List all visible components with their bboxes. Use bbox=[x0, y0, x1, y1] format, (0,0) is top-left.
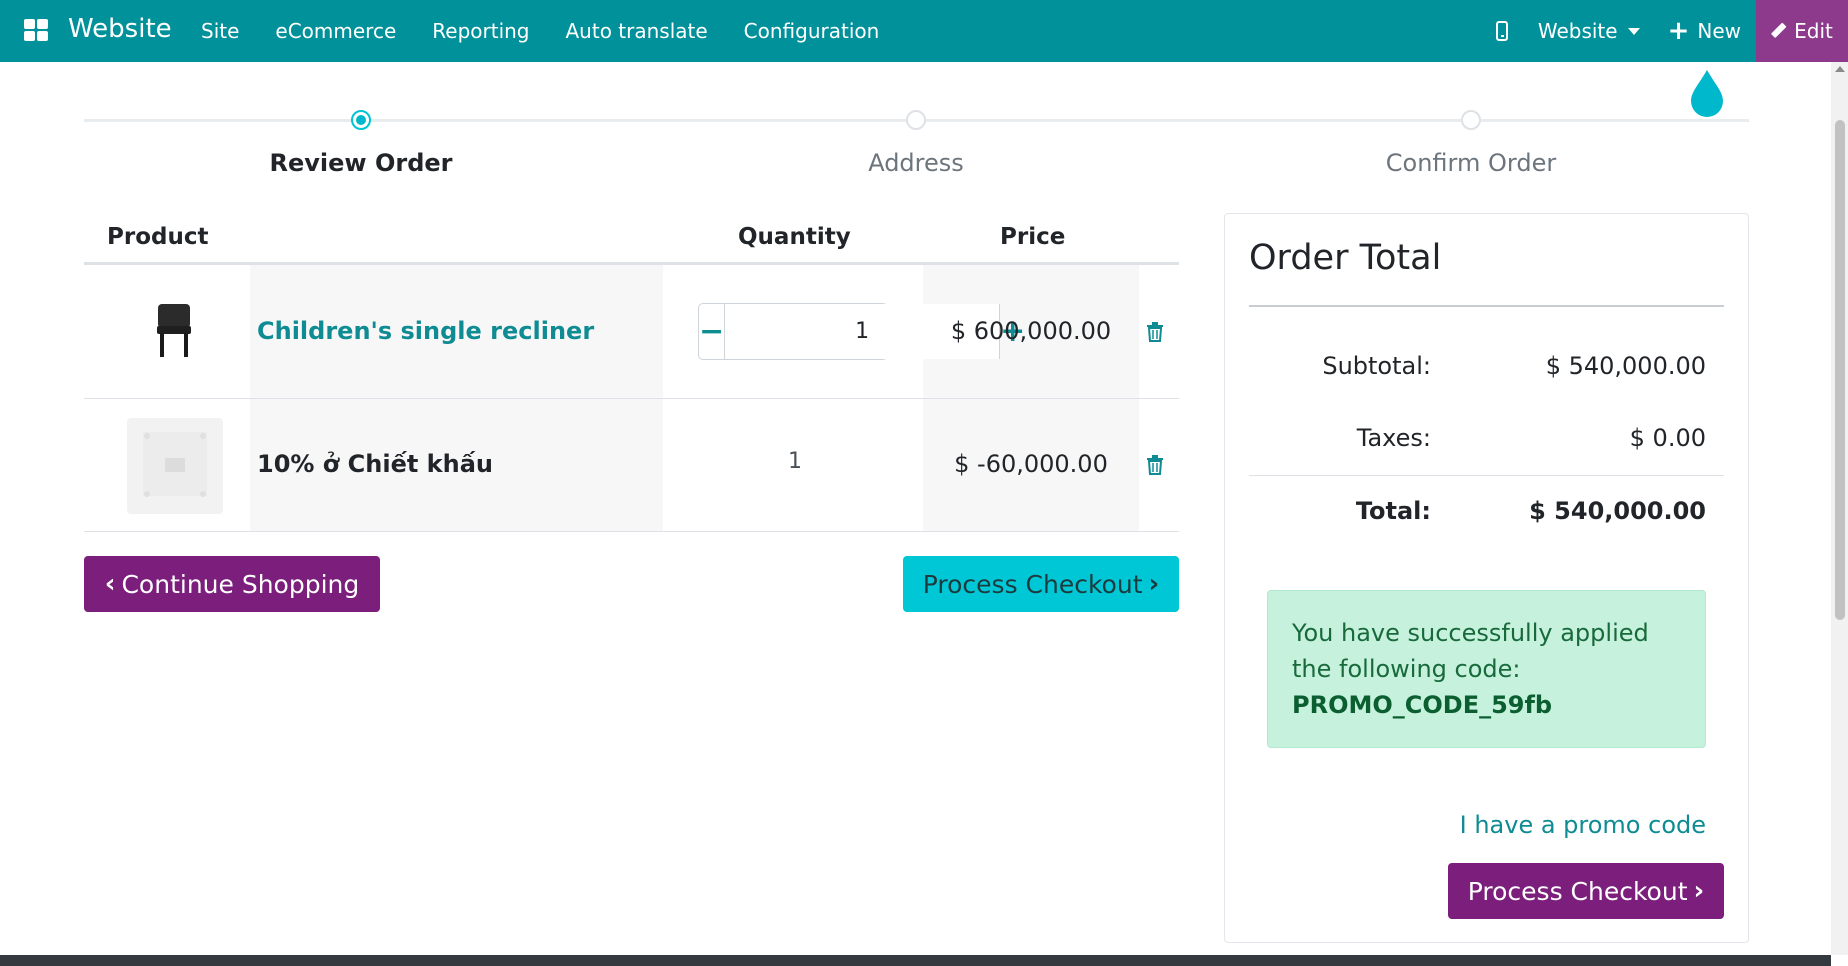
caret-down-icon bbox=[1627, 27, 1640, 35]
step-dot-confirm-order bbox=[1461, 110, 1481, 130]
chevron-right-icon: › bbox=[1693, 876, 1705, 906]
chair-thumbnail[interactable] bbox=[152, 300, 196, 360]
step-label-confirm-order: Confirm Order bbox=[1385, 149, 1557, 177]
discount-placeholder-thumbnail[interactable] bbox=[127, 418, 223, 514]
subtotal-value: $ 540,000.00 bbox=[1545, 352, 1706, 380]
chevron-left-icon: ‹ bbox=[104, 569, 116, 599]
order-total-title: Order Total bbox=[1249, 238, 1442, 278]
total-value: $ 540,000.00 bbox=[1529, 497, 1706, 525]
menu-item-configuration[interactable]: Configuration bbox=[744, 19, 880, 43]
card-title-divider bbox=[1249, 305, 1724, 307]
promo-code-link[interactable]: I have a promo code bbox=[1400, 811, 1706, 839]
chevron-right-icon: › bbox=[1148, 569, 1160, 599]
app-name[interactable]: Website bbox=[68, 14, 172, 44]
total-divider bbox=[1249, 475, 1724, 476]
menu-item-auto-translate[interactable]: Auto translate bbox=[566, 19, 708, 43]
footer-strip bbox=[0, 955, 1831, 966]
promo-success-message: You have successfully applied the follow… bbox=[1292, 619, 1649, 683]
row-divider bbox=[84, 398, 1179, 399]
subtotal-label: Subtotal: bbox=[1322, 352, 1431, 380]
total-label: Total: bbox=[1355, 497, 1431, 525]
line-price: $ -60,000.00 bbox=[954, 450, 1108, 478]
plus-icon: + bbox=[1667, 16, 1690, 46]
scrollbar-thumb[interactable] bbox=[1835, 120, 1845, 620]
taxes-label: Taxes: bbox=[1356, 424, 1431, 452]
theme-drop-icon[interactable] bbox=[1689, 68, 1725, 118]
menu-item-ecommerce[interactable]: eCommerce bbox=[275, 19, 396, 43]
card-process-checkout-button[interactable]: Process Checkout › bbox=[1448, 863, 1724, 919]
website-selector[interactable]: Website bbox=[1538, 19, 1640, 43]
menu-item-site[interactable]: Site bbox=[201, 19, 239, 43]
row-divider bbox=[84, 531, 1179, 532]
continue-shopping-label: Continue Shopping bbox=[121, 569, 360, 599]
mobile-preview-icon[interactable] bbox=[1495, 21, 1508, 41]
step-label-address: Address bbox=[868, 149, 964, 177]
column-header-quantity: Quantity bbox=[738, 224, 851, 250]
product-name-discount: 10% ở Chiết khấu bbox=[257, 450, 494, 478]
continue-shopping-button[interactable]: ‹ Continue Shopping bbox=[84, 556, 380, 612]
quantity-stepper: − + bbox=[698, 303, 1025, 360]
step-dot-address bbox=[906, 110, 926, 130]
navbar-right-tools: Website + New Edit bbox=[1495, 0, 1848, 62]
new-button-label: New bbox=[1697, 19, 1741, 43]
menu-item-reporting[interactable]: Reporting bbox=[432, 19, 529, 43]
trash-icon[interactable] bbox=[1146, 455, 1164, 475]
step-dot-review-order bbox=[351, 110, 371, 130]
edit-button[interactable]: Edit bbox=[1756, 0, 1848, 62]
main-menu: Site eCommerce Reporting Auto translate … bbox=[201, 0, 915, 62]
new-button[interactable]: + New bbox=[1667, 16, 1741, 46]
trash-icon[interactable] bbox=[1146, 322, 1164, 342]
edit-button-label: Edit bbox=[1794, 19, 1833, 43]
quantity-readonly: 1 bbox=[788, 449, 802, 474]
line-price: $ 600,000.00 bbox=[950, 317, 1112, 345]
top-navbar: Website Site eCommerce Reporting Auto tr… bbox=[0, 0, 1848, 62]
column-header-product: Product bbox=[107, 224, 209, 250]
promo-success-alert: You have successfully applied the follow… bbox=[1267, 590, 1706, 748]
process-checkout-label: Process Checkout bbox=[922, 569, 1143, 599]
column-header-price: Price bbox=[1000, 224, 1066, 250]
process-checkout-button[interactable]: Process Checkout › bbox=[903, 556, 1179, 612]
card-process-checkout-label: Process Checkout bbox=[1467, 876, 1688, 906]
product-link-recliner[interactable]: Children's single recliner bbox=[257, 317, 594, 345]
website-selector-label: Website bbox=[1537, 19, 1618, 43]
decrease-quantity-button[interactable]: − bbox=[699, 304, 724, 359]
step-label-review-order: Review Order bbox=[269, 149, 453, 177]
pencil-icon bbox=[1768, 21, 1788, 41]
taxes-value: $ 0.00 bbox=[1629, 424, 1706, 452]
promo-code-value: PROMO_CODE_59fb bbox=[1292, 691, 1553, 719]
scroll-up-arrow-icon[interactable] bbox=[1835, 66, 1845, 72]
apps-grid-icon[interactable] bbox=[24, 19, 50, 43]
